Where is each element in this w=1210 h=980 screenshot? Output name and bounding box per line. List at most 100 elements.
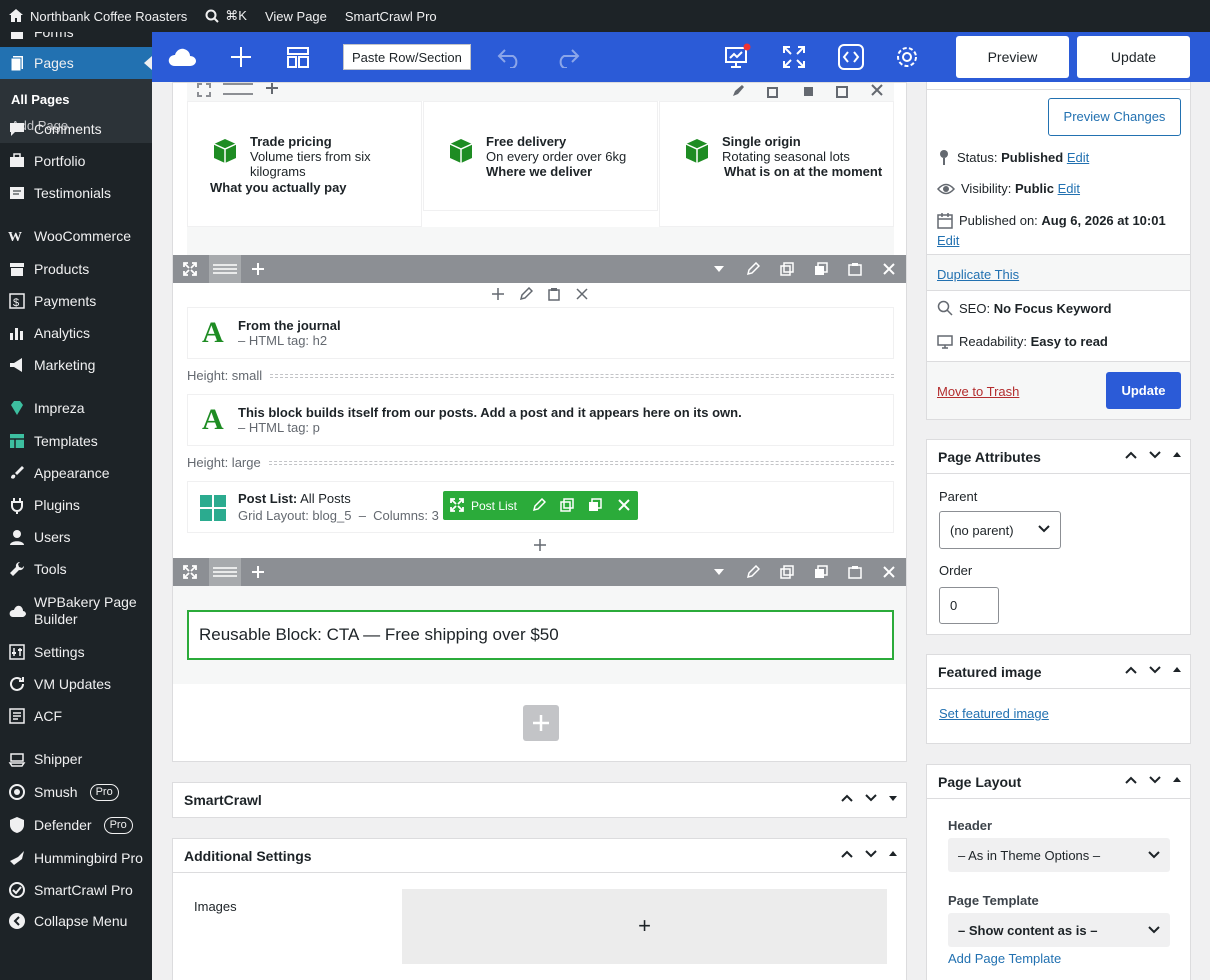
delete-icon[interactable] xyxy=(881,564,897,580)
sidebar-item-comments[interactable]: Comments xyxy=(0,120,152,138)
add-element-icon[interactable] xyxy=(226,42,256,72)
sidebar-item-testimonials[interactable]: Testimonials xyxy=(0,184,152,202)
reusable-block[interactable]: Reusable Block: CTA — Free shipping over… xyxy=(187,610,894,660)
expand-icon[interactable] xyxy=(182,564,198,580)
expand-icon[interactable] xyxy=(182,261,198,277)
parent-select[interactable]: (no parent) xyxy=(939,511,1061,549)
sidebar-item-forms[interactable]: Forms xyxy=(0,32,152,42)
move-up-icon[interactable] xyxy=(1124,448,1138,462)
add-row-button[interactable] xyxy=(523,705,559,741)
toggle-icon[interactable] xyxy=(1172,448,1182,462)
sidebar-item-templates[interactable]: Templates xyxy=(0,432,152,450)
move-down-icon[interactable] xyxy=(1148,663,1162,677)
move-down-icon[interactable] xyxy=(1148,773,1162,787)
preview-changes-button[interactable]: Preview Changes xyxy=(1048,98,1181,136)
heading-element[interactable]: A From the journal – HTML tag: h2 xyxy=(187,307,894,359)
move-down-icon[interactable] xyxy=(1148,448,1162,462)
delete-icon[interactable] xyxy=(617,498,631,512)
templates-icon[interactable] xyxy=(283,42,313,72)
move-up-icon[interactable] xyxy=(1124,773,1138,787)
custom-code-icon[interactable] xyxy=(836,42,866,72)
move-down-icon[interactable] xyxy=(864,791,878,805)
move-up-icon[interactable] xyxy=(1124,663,1138,677)
sidebar-item-collapse-menu[interactable]: Collapse Menu xyxy=(0,912,152,930)
delete-icon[interactable] xyxy=(870,83,884,97)
sidebar-item-analytics[interactable]: Analytics xyxy=(0,324,152,342)
text-element[interactable]: A This block builds itself from our post… xyxy=(187,394,894,446)
paste-row-button[interactable]: Paste Row/Section xyxy=(343,44,471,70)
duplicate-link[interactable]: Duplicate This xyxy=(937,267,1019,282)
smartcrawl-metabox[interactable]: SmartCrawl xyxy=(172,782,907,818)
sidebar-item-products[interactable]: Products xyxy=(0,260,152,278)
edit-icon[interactable] xyxy=(519,287,533,301)
sidebar-item-smush[interactable]: Smush Pro xyxy=(0,783,152,801)
move-up-icon[interactable] xyxy=(840,791,854,805)
edit-icon[interactable] xyxy=(532,498,546,512)
drag-handle-icon[interactable] xyxy=(209,255,241,283)
expand-icon[interactable] xyxy=(197,83,211,97)
sidebar-item-portfolio[interactable]: Portfolio xyxy=(0,152,152,170)
add-icon[interactable] xyxy=(265,83,279,95)
sidebar-item-payments[interactable]: $ Payments xyxy=(0,292,152,310)
seo-analysis-icon[interactable] xyxy=(722,42,752,72)
paste-icon[interactable] xyxy=(835,84,849,98)
edit-date-link[interactable]: Edit xyxy=(937,233,959,248)
sidebar-item-hummingbird-pro[interactable]: Hummingbird Pro xyxy=(0,849,152,867)
feature-link[interactable]: What is on at the moment xyxy=(684,164,884,179)
edit-visibility-link[interactable]: Edit xyxy=(1058,181,1080,196)
edit-icon[interactable] xyxy=(731,84,745,98)
feature-link[interactable]: Where we deliver xyxy=(486,164,646,179)
sidebar-item-pages[interactable]: Pages xyxy=(0,47,152,79)
copy-icon[interactable] xyxy=(813,564,829,580)
feature-link[interactable]: What you actually pay xyxy=(210,180,347,195)
page-template-select[interactable]: – Show content as is – xyxy=(948,913,1170,947)
feature-column-2[interactable]: Free delivery On every order over 6kg Wh… xyxy=(423,101,658,211)
sidebar-item-tools[interactable]: Tools xyxy=(0,560,152,578)
sidebar-item-vm-updates[interactable]: VM Updates xyxy=(0,675,152,693)
view-page-link[interactable]: View Page xyxy=(265,9,327,24)
metabox-header[interactable]: Additional Settings xyxy=(173,839,906,873)
redo-icon[interactable] xyxy=(552,42,582,72)
metabox-header[interactable]: Page Attributes xyxy=(927,440,1190,474)
add-page-template-link[interactable]: Add Page Template xyxy=(948,951,1061,966)
header-select[interactable]: – As in Theme Options – xyxy=(948,838,1170,872)
sidebar-item-woocommerce[interactable]: W WooCommerce xyxy=(0,227,152,246)
publish-update-button[interactable]: Update xyxy=(1106,372,1181,409)
sidebar-item-settings[interactable]: Settings xyxy=(0,643,152,661)
sidebar-item-impreza[interactable]: Impreza xyxy=(0,399,152,417)
sidebar-item-shipper[interactable]: Shipper xyxy=(0,750,152,768)
spacer-large[interactable]: Height: large xyxy=(187,455,894,470)
add-element-icon[interactable] xyxy=(533,538,547,552)
preview-button[interactable]: Preview xyxy=(956,36,1069,78)
chevron-down-icon[interactable] xyxy=(711,261,727,277)
toggle-icon[interactable] xyxy=(888,791,898,805)
order-input[interactable]: 0 xyxy=(939,587,999,624)
drag-handle-icon[interactable] xyxy=(223,83,253,95)
metabox-header[interactable]: Page Layout xyxy=(927,765,1190,799)
search-shortcut[interactable]: ⌘K xyxy=(205,8,247,24)
wpbakery-logo-icon[interactable] xyxy=(167,42,197,72)
fullscreen-icon[interactable] xyxy=(779,42,809,72)
toggle-icon[interactable] xyxy=(1172,663,1182,677)
chevron-down-icon[interactable] xyxy=(711,564,727,580)
move-to-trash-link[interactable]: Move to Trash xyxy=(937,384,1019,399)
move-down-icon[interactable] xyxy=(864,847,878,861)
move-up-icon[interactable] xyxy=(840,847,854,861)
smartcrawl-bar-link[interactable]: SmartCrawl Pro xyxy=(345,9,437,24)
sidebar-item-acf[interactable]: ACF xyxy=(0,707,152,725)
add-icon[interactable] xyxy=(250,261,266,277)
edit-icon[interactable] xyxy=(745,564,761,580)
update-button[interactable]: Update xyxy=(1077,36,1190,78)
copy-icon[interactable] xyxy=(588,498,602,512)
copy-icon[interactable] xyxy=(801,84,815,98)
set-featured-image-link[interactable]: Set featured image xyxy=(939,706,1049,721)
images-add-button[interactable]: + xyxy=(402,889,887,964)
clone-icon[interactable] xyxy=(779,261,795,277)
sidebar-item-wpbakery-page-builder[interactable]: WPBakery Page Builder xyxy=(0,594,152,628)
sidebar-item-plugins[interactable]: Plugins xyxy=(0,496,152,514)
submenu-all-pages[interactable]: All Pages xyxy=(11,92,70,107)
delete-icon[interactable] xyxy=(575,287,589,301)
drag-handle-icon[interactable] xyxy=(209,558,241,586)
copy-icon[interactable] xyxy=(813,261,829,277)
undo-icon[interactable] xyxy=(495,42,525,72)
